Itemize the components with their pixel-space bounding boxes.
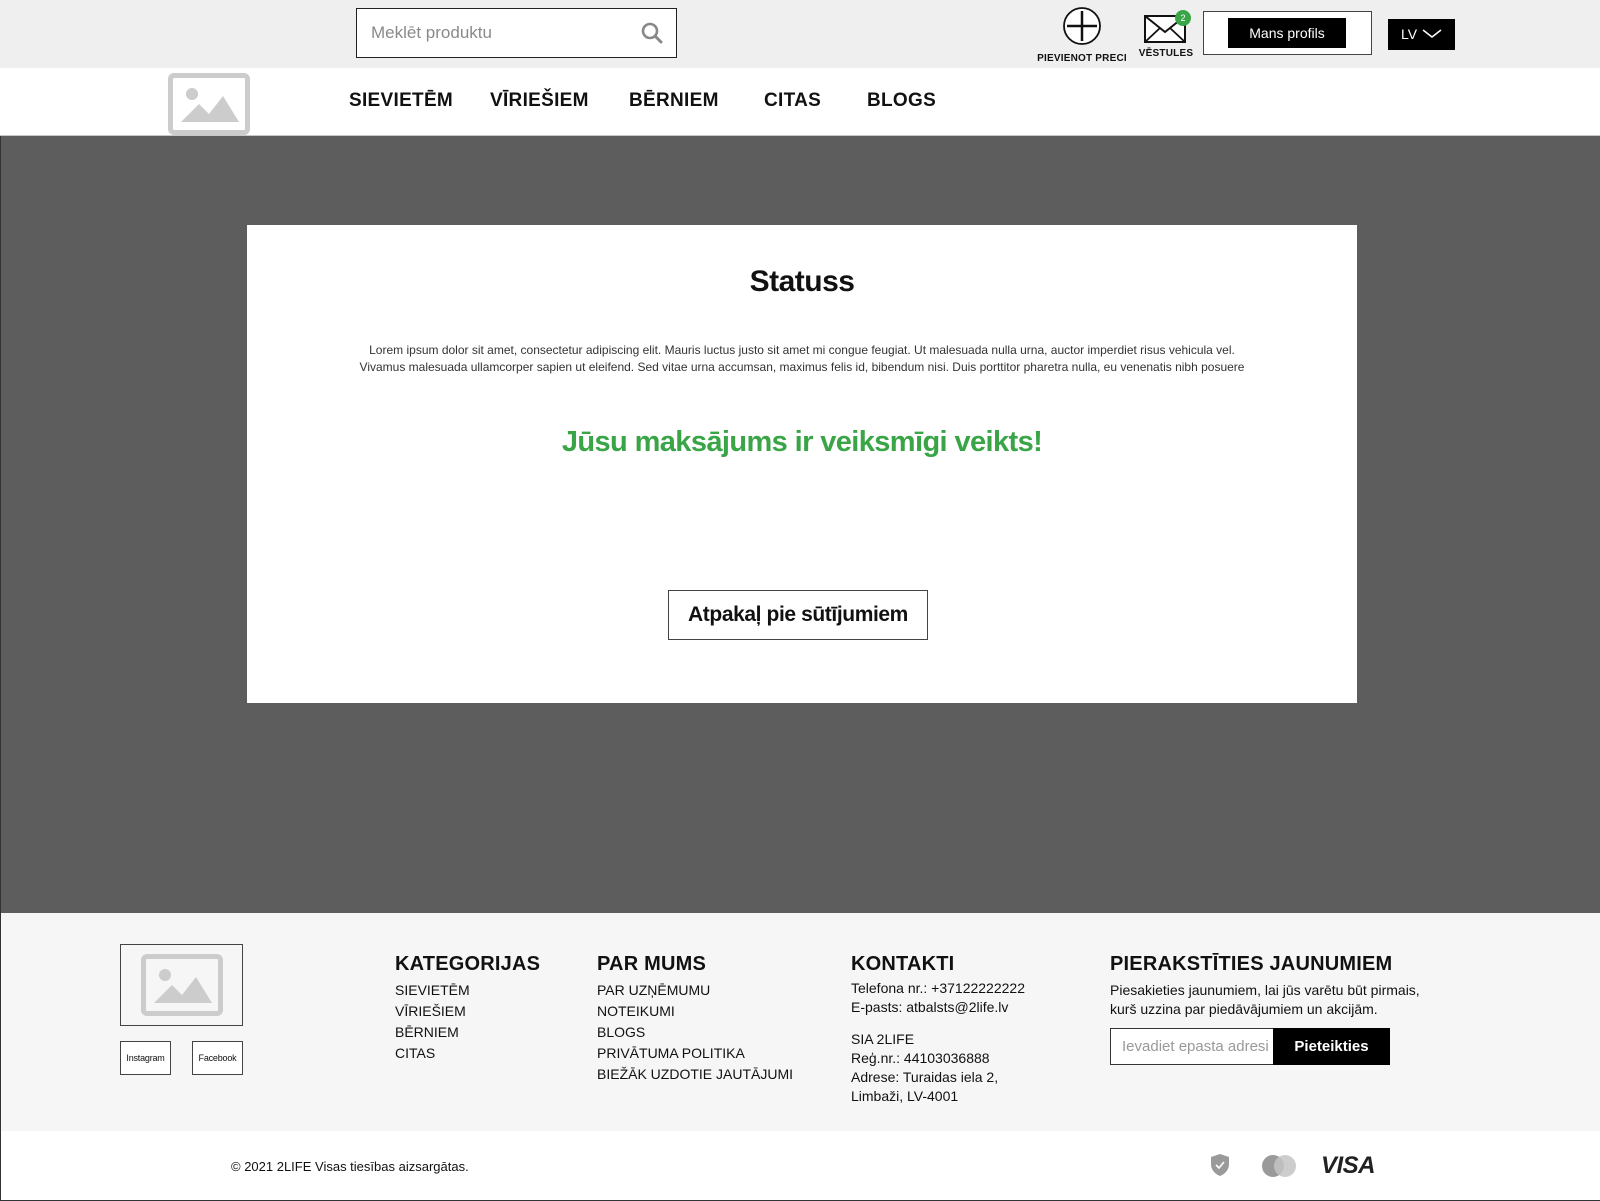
contact-address-line-1: Adrese: Turaidas iela 2, [851,1069,999,1085]
copyright-text: © 2021 2LIFE Visas tiesības aizsargātas. [231,1159,469,1174]
secure-shield-icon [1211,1154,1229,1176]
site-logo[interactable] [168,73,250,135]
footer-link-other[interactable]: CITAS [395,1043,470,1064]
visa-logo: VISA [1321,1152,1376,1179]
chevron-down-icon [1422,29,1442,38]
footer-link-faq[interactable]: BIEŽĀK UZDOTIE JAUTĀJUMI [597,1064,793,1085]
search-box [356,8,677,58]
contact-address-line-2: Limbaži, LV-4001 [851,1088,959,1104]
footer: Instagram Facebook KATEGORIJAS SIEVIETĒM… [0,913,1600,1131]
footer-link-women[interactable]: SIEVIETĒM [395,980,470,1001]
instagram-link[interactable]: Instagram [120,1041,171,1075]
language-select[interactable]: LV [1388,19,1455,50]
main-navigation: SIEVIETĒM VĪRIEŠIEM BĒRNIEM CITAS BLOGS [0,68,1600,136]
footer-logo-box [120,944,243,1026]
categories-list: SIEVIETĒM VĪRIEŠIEM BĒRNIEM CITAS [395,980,470,1064]
page-title: Statuss [749,265,855,298]
search-icon[interactable] [640,21,664,45]
image-placeholder-icon [181,88,239,122]
nav-item-children[interactable]: BĒRNIEM [629,90,719,112]
about-list: PAR UZŅĒMUMU NOTEIKUMI BLOGS PRIVĀTUMA P… [597,980,793,1085]
plus-circle-icon [1063,7,1101,45]
newsletter-title: PIERAKSTĪTIES JAUNUMIEM [1110,953,1393,975]
status-description: Lorem ipsum dolor sit amet, consectetur … [359,343,1245,374]
image-placeholder-icon [154,969,212,1003]
contacts-info: Telefona nr.: +37122222222 E-pasts: atba… [851,979,1025,1106]
messages-button[interactable]: 2 VĒSTULES [1136,6,1196,59]
back-to-shipments-button[interactable]: Atpakaļ pie sūtījumiem [668,590,928,640]
messages-label: VĒSTULES [1138,48,1194,59]
mastercard-icon [1262,1155,1296,1177]
main-content: Statuss Lorem ipsum dolor sit amet, cons… [0,136,1600,913]
search-input[interactable] [357,9,627,56]
contact-phone: Telefona nr.: +37122222222 [851,980,1025,996]
footer-link-terms[interactable]: NOTEIKUMI [597,1001,793,1022]
footer-link-blog[interactable]: BLOGS [597,1022,793,1043]
facebook-link[interactable]: Facebook [192,1041,243,1075]
contact-email: E-pasts: atbalsts@2life.lv [851,999,1009,1015]
status-card: Statuss Lorem ipsum dolor sit amet, cons… [247,225,1357,703]
my-profile-button[interactable]: Mans profils [1228,18,1346,48]
footer-link-children[interactable]: BĒRNIEM [395,1022,470,1043]
footer-link-about-company[interactable]: PAR UZŅĒMUMU [597,980,793,1001]
newsletter-subscribe-button[interactable]: Pieteikties [1273,1028,1390,1065]
newsletter-description: Piesakieties jaunumiem, lai jūs varētu b… [1110,982,1420,1017]
messages-count-badge: 2 [1175,10,1191,26]
contact-company: SIA 2LIFE [851,1031,915,1047]
nav-item-blog[interactable]: BLOGS [867,90,936,112]
categories-title: KATEGORIJAS [395,953,541,975]
top-bar: PIEVIENOT PRECI 2 VĒSTULES Mans profils … [0,0,1600,68]
profile-box: Mans profils [1203,11,1372,55]
footer-logo[interactable] [141,954,223,1016]
nav-item-women[interactable]: SIEVIETĒM [349,90,453,112]
contact-reg-number: Reģ.nr.: 44103036888 [851,1050,990,1066]
add-item-button[interactable]: PIEVIENOT PRECI [1036,6,1128,64]
bottom-bar: © 2021 2LIFE Visas tiesības aizsargātas.… [0,1131,1600,1201]
nav-item-men[interactable]: VĪRIEŠIEM [490,90,589,112]
payment-success-message: Jūsu maksājums ir veiksmīgi veikts! [561,426,1043,458]
add-item-label: PIEVIENOT PRECI [1037,53,1127,64]
about-title: PAR MUMS [597,953,707,975]
nav-item-other[interactable]: CITAS [764,90,821,112]
footer-link-men[interactable]: VĪRIEŠIEM [395,1001,470,1022]
footer-link-privacy[interactable]: PRIVĀTUMA POLITIKA [597,1043,793,1064]
newsletter-email-input[interactable] [1111,1029,1271,1064]
language-value: LV [1401,26,1418,42]
newsletter-form: Pieteikties [1110,1028,1390,1065]
contacts-title: KONTAKTI [851,953,955,975]
